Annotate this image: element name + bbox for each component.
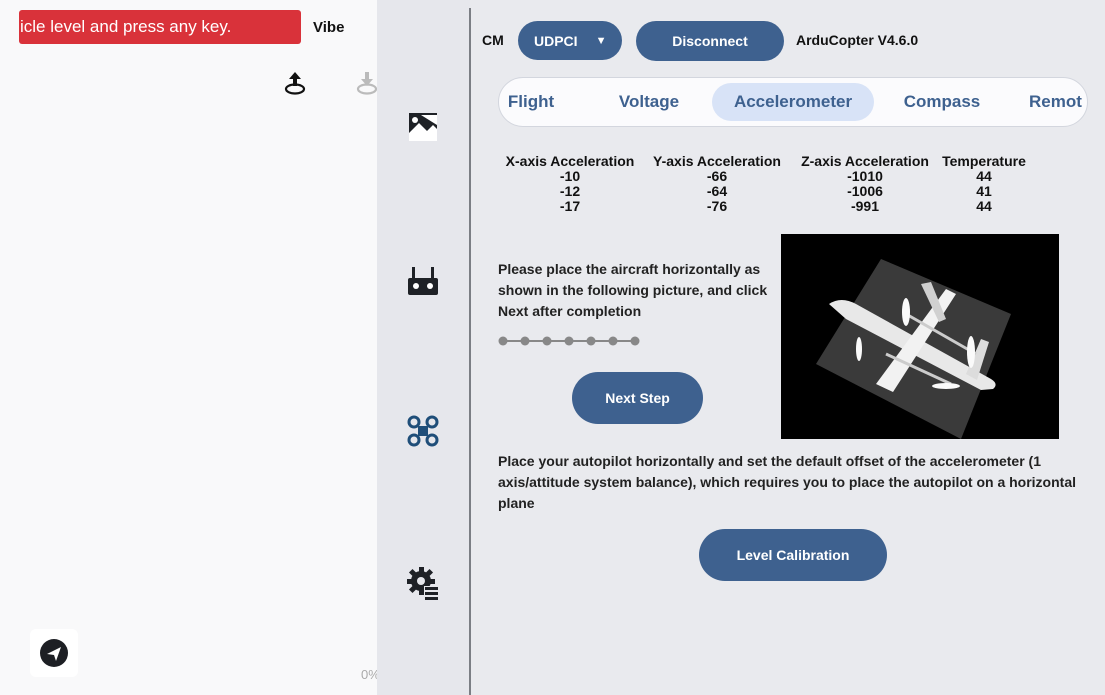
calibration-panel: CM UDPCI ▼ Disconnect ArduCopter V4.6.0 … xyxy=(471,0,1105,695)
accel-col-temp: Temperature 44 41 44 xyxy=(934,154,1034,214)
send-icon xyxy=(40,639,68,667)
disconnect-button[interactable]: Disconnect xyxy=(636,21,784,61)
progress-dot xyxy=(542,336,552,346)
table-header: Y-axis Acceleration xyxy=(653,153,781,169)
status-banner: icle level and press any key. xyxy=(19,10,301,44)
progress-dot xyxy=(498,336,508,346)
table-cell: -17 xyxy=(559,198,581,214)
connection-type-select[interactable]: UDPCI ▼ xyxy=(518,21,622,60)
tab-compass[interactable]: Compass xyxy=(897,83,987,121)
chevron-down-icon: ▼ xyxy=(595,34,607,47)
progress-dot xyxy=(608,336,618,346)
progress-dot xyxy=(586,336,596,346)
accel-col-y: Y-axis Acceleration -66 -64 -76 xyxy=(642,154,792,214)
zoom-level: 0% xyxy=(361,667,377,682)
progress-dot xyxy=(630,336,640,346)
table-cell: -991 xyxy=(850,198,880,214)
settings-icon[interactable] xyxy=(406,566,440,600)
icon-rail xyxy=(377,0,470,695)
vibe-label[interactable]: Vibe xyxy=(313,19,344,36)
tab-remote[interactable]: Remot xyxy=(1029,83,1087,121)
drone-icon[interactable] xyxy=(406,414,440,448)
table-header: X-axis Acceleration xyxy=(505,153,635,169)
table-cell: -76 xyxy=(706,198,728,214)
tab-voltage[interactable]: Voltage xyxy=(609,83,689,121)
table-cell: -10 xyxy=(559,168,581,184)
table-cell: -66 xyxy=(706,168,728,184)
status-banner-text: icle level and press any key. xyxy=(20,17,232,36)
progress-dot xyxy=(564,336,574,346)
level-calibration-button[interactable]: Level Calibration xyxy=(699,529,887,581)
next-step-button[interactable]: Next Step xyxy=(572,372,703,424)
progress-indicator xyxy=(498,333,643,349)
table-cell: 44 xyxy=(976,168,992,184)
send-button[interactable] xyxy=(30,629,78,677)
firmware-version: ArduCopter V4.6.0 xyxy=(796,32,919,48)
table-cell: 44 xyxy=(976,198,992,214)
remote-controller-icon[interactable] xyxy=(406,264,440,298)
table-header: Z-axis Acceleration xyxy=(801,153,929,169)
instruction-text: Please place the aircraft horizontally a… xyxy=(498,261,768,319)
accel-col-z: Z-axis Acceleration -1010 -1006 -991 xyxy=(790,154,940,214)
table-header: Temperature xyxy=(942,153,1026,169)
table-cell: -1010 xyxy=(847,168,883,184)
table-cell: 41 xyxy=(976,183,992,199)
tab-accelerometer[interactable]: Accelerometer xyxy=(712,83,874,121)
connection-type-value: UDPCI xyxy=(534,32,578,49)
photo-icon[interactable] xyxy=(406,110,440,144)
tab-flight[interactable]: Flight xyxy=(501,83,561,121)
cm-label: CM xyxy=(482,32,504,48)
download-icon[interactable] xyxy=(356,70,377,101)
tab-bar: Flight Voltage Accelerometer Compass Rem… xyxy=(498,77,1088,127)
accel-col-x: X-axis Acceleration -10 -12 -17 xyxy=(495,154,645,214)
progress-dot xyxy=(520,336,530,346)
aircraft-image xyxy=(781,234,1059,439)
table-cell: -1006 xyxy=(847,183,883,199)
table-cell: -64 xyxy=(706,183,728,199)
map-panel[interactable]: icle level and press any key. Vibe 0% xyxy=(0,0,377,695)
level-calibration-description: Place your autopilot horizontally and se… xyxy=(498,453,1076,511)
upload-icon[interactable] xyxy=(283,70,307,101)
table-cell: -12 xyxy=(559,183,581,199)
